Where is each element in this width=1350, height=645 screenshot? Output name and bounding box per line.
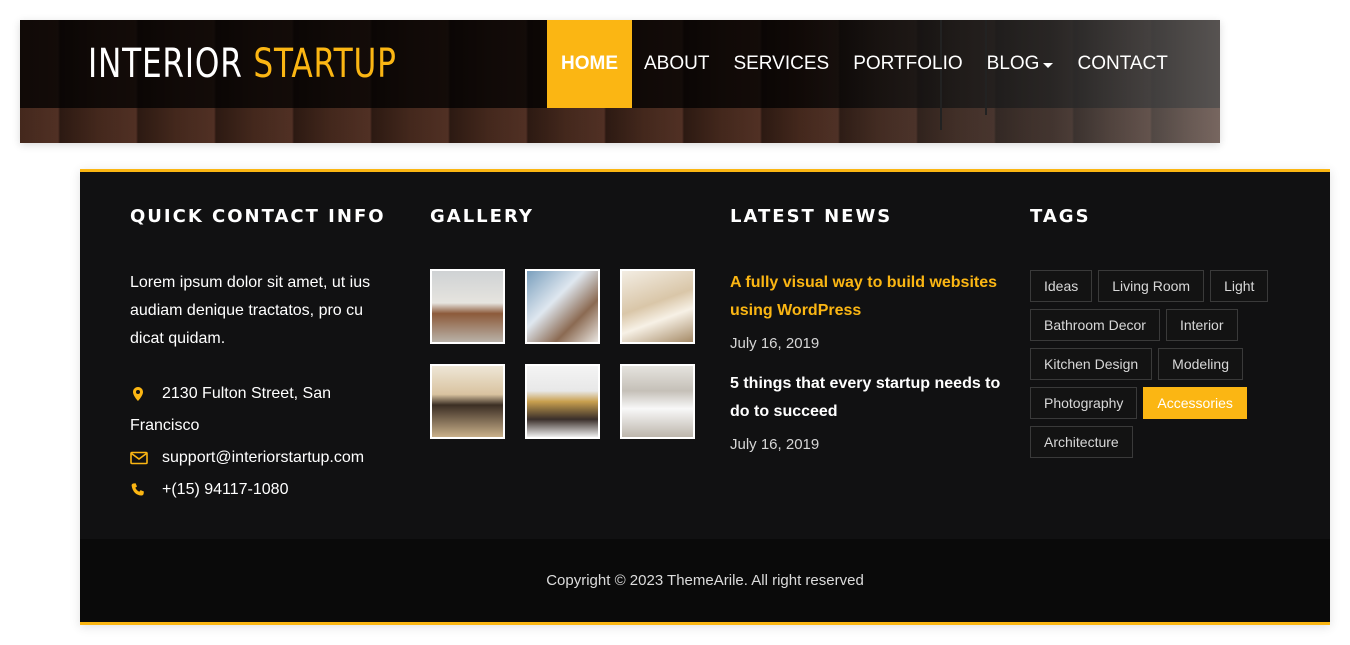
tags-heading: TAGS	[1030, 206, 1091, 227]
phone-icon	[131, 483, 144, 496]
caret-down-icon	[1043, 62, 1054, 68]
email-row: support@interiorstartup.com	[130, 442, 395, 474]
tag-accessories[interactable]: Accessories	[1143, 387, 1247, 419]
gallery-image-office[interactable]	[430, 269, 505, 344]
address-text: 2130 Fulton Street, San Francisco	[130, 385, 331, 434]
latest-news-heading: LATEST NEWS	[730, 206, 893, 227]
tag-kitchen-design[interactable]: Kitchen Design	[1030, 348, 1153, 380]
phone-row: +(15) 94117-1080	[130, 474, 395, 506]
gallery-image-bedroom-suite[interactable]	[430, 364, 505, 439]
site-logo[interactable]: INTERIOR STARTUP	[88, 36, 397, 92]
tag-interior[interactable]: Interior	[1165, 309, 1238, 341]
nav-blog[interactable]: BLOG	[975, 20, 1066, 108]
nav-contact[interactable]: CONTACT	[1065, 20, 1179, 108]
news-title-2[interactable]: 5 things that every startup needs to do …	[730, 370, 1005, 426]
nav-portfolio[interactable]: PORTFOLIO	[841, 20, 974, 108]
phone-text: +(15) 94117-1080	[162, 481, 289, 498]
tag-architecture[interactable]: Architecture	[1030, 426, 1133, 458]
tag-cloud: Ideas Living Room Light Bathroom Decor I…	[1030, 270, 1290, 458]
gallery-image-bedroom[interactable]	[525, 364, 600, 439]
logo-word-1: INTERIOR	[88, 41, 243, 87]
main-nav: HOME ABOUT SERVICES PORTFOLIO BLOG CONTA…	[547, 20, 1180, 108]
tag-ideas[interactable]: Ideas	[1030, 270, 1093, 302]
map-marker-icon	[133, 387, 143, 401]
tag-light[interactable]: Light	[1210, 270, 1269, 302]
nav-blog-label: BLOG	[986, 53, 1040, 74]
logo-word-2: STARTUP	[253, 41, 397, 87]
site-header: INTERIOR STARTUP HOME ABOUT SERVICES POR…	[20, 20, 1220, 143]
gallery-image-kitchen[interactable]	[525, 269, 600, 344]
tag-modeling[interactable]: Modeling	[1158, 348, 1243, 380]
nav-home[interactable]: HOME	[547, 20, 632, 108]
gallery-image-dining-room[interactable]	[620, 364, 695, 439]
tag-living-room[interactable]: Living Room	[1098, 270, 1205, 302]
gallery-heading: GALLERY	[430, 206, 534, 227]
copyright-text: Copyright © 2023 ThemeArile. All right r…	[546, 572, 864, 589]
quick-contact-heading: QUICK CONTACT INFO	[130, 206, 386, 227]
about-text: Lorem ipsum dolor sit amet, ut ius audia…	[130, 274, 371, 347]
news-title-1[interactable]: A fully visual way to build websites usi…	[730, 269, 1005, 325]
copyright-bar: Copyright © 2023 ThemeArile. All right r…	[80, 539, 1330, 622]
address-row: 2130 Fulton Street, San Francisco	[130, 378, 395, 442]
nav-about[interactable]: ABOUT	[632, 20, 721, 108]
gallery-image-living-room[interactable]	[620, 269, 695, 344]
nav-services[interactable]: SERVICES	[721, 20, 841, 108]
tag-photography[interactable]: Photography	[1030, 387, 1138, 419]
tag-bathroom-decor[interactable]: Bathroom Decor	[1030, 309, 1160, 341]
envelope-icon	[130, 451, 148, 465]
news-date-2: July 16, 2019	[730, 436, 820, 453]
news-date-1: July 16, 2019	[730, 335, 820, 352]
email-link[interactable]: support@interiorstartup.com	[130, 442, 395, 474]
site-footer: QUICK CONTACT INFO Lorem ipsum dolor sit…	[80, 169, 1330, 625]
